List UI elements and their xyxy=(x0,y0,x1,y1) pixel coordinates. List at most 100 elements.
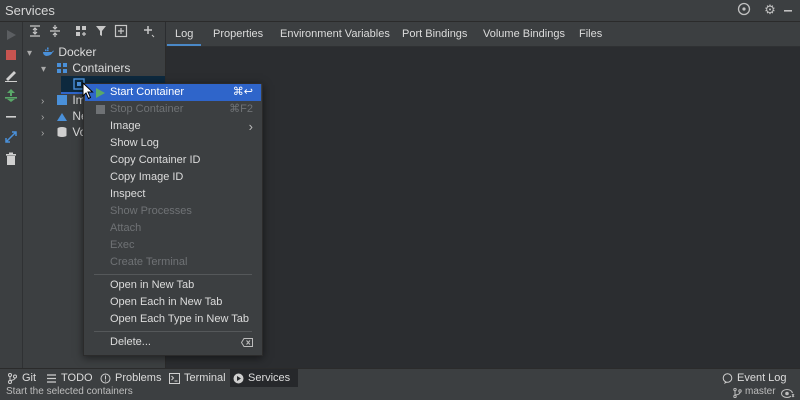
detail-tabs: Log Properties Environment Variables Por… xyxy=(166,22,800,47)
containers-icon xyxy=(57,63,68,73)
menu-item-image[interactable]: Image › xyxy=(85,118,261,135)
minimize-icon[interactable] xyxy=(780,2,796,18)
menu-item-open-each-in-new-tab[interactable]: Open Each in New Tab xyxy=(85,294,261,311)
gear-icon[interactable]: ⚙ xyxy=(762,2,778,18)
terminal-label: Terminal xyxy=(184,372,226,384)
mouse-cursor-icon xyxy=(82,82,94,100)
status-bar: Start the selected containers master xyxy=(0,386,800,400)
tab-port-bindings[interactable]: Port Bindings xyxy=(402,22,467,46)
tab-environment-variables[interactable]: Environment Variables xyxy=(280,22,390,46)
chevron-right-icon: › xyxy=(248,119,253,134)
menu-separator xyxy=(94,331,252,332)
inspection-status-icon[interactable] xyxy=(781,388,795,399)
collapse-all-icon[interactable] xyxy=(47,24,63,40)
menu-item-copy-container-id[interactable]: Copy Container ID xyxy=(85,152,261,169)
chevron-down-icon[interactable]: ▾ xyxy=(27,46,39,62)
status-message: Start the selected containers xyxy=(6,386,133,397)
event-log-label: Event Log xyxy=(737,372,787,384)
expand-all-icon[interactable] xyxy=(27,24,43,40)
services-icon xyxy=(233,373,244,384)
show-processes-label: Show Processes xyxy=(110,205,192,217)
event-log-icon xyxy=(722,373,733,384)
delete-label: Delete... xyxy=(110,336,151,348)
deploy-icon[interactable] xyxy=(3,87,19,103)
menu-item-delete[interactable]: Delete... xyxy=(85,334,261,351)
tool-window-bar: Git TODO Problems Terminal Services Even… xyxy=(0,368,800,388)
menu-item-create-terminal[interactable]: Create Terminal xyxy=(85,254,261,271)
crosshair-icon[interactable] xyxy=(736,2,752,18)
tree-node-networks[interactable]: › Ne xyxy=(41,108,88,124)
todo-label: TODO xyxy=(61,372,93,384)
images-icon xyxy=(57,95,68,105)
tree-node-containers[interactable]: ▾ Containers xyxy=(41,60,130,76)
tree-node-docker[interactable]: ▾ Docker xyxy=(27,44,96,60)
chevron-right-icon[interactable]: › xyxy=(41,126,53,142)
tab-files[interactable]: Files xyxy=(579,22,602,46)
volumes-icon xyxy=(57,127,67,137)
create-terminal-label: Create Terminal xyxy=(110,256,188,268)
tree-toolbar xyxy=(23,22,165,45)
stop-container-label: Stop Container xyxy=(110,103,184,115)
run-icon[interactable] xyxy=(3,27,19,43)
new-tab-icon[interactable] xyxy=(113,24,129,40)
menu-item-open-in-new-tab[interactable]: Open in New Tab xyxy=(85,277,261,294)
tab-properties[interactable]: Properties xyxy=(213,22,263,46)
tool-tab-services[interactable]: Services xyxy=(230,369,299,388)
git-label: Git xyxy=(22,372,37,384)
terminal-icon xyxy=(169,373,180,384)
open-in-new-tab-label: Open in New Tab xyxy=(110,279,195,291)
title-bar: Services ⚙ xyxy=(0,0,800,22)
chevron-down-icon[interactable]: ▾ xyxy=(41,62,53,78)
menu-item-copy-image-id[interactable]: Copy Image ID xyxy=(85,169,261,186)
copy-image-id-label: Copy Image ID xyxy=(110,171,184,183)
docker-label: Docker xyxy=(58,45,97,59)
start-container-shortcut: ⌘↩ xyxy=(232,86,253,98)
backspace-icon xyxy=(241,338,253,347)
containers-label: Containers xyxy=(72,61,131,75)
add-icon[interactable] xyxy=(141,24,157,40)
problems-label: Problems xyxy=(115,372,162,384)
menu-item-attach[interactable]: Attach xyxy=(85,220,261,237)
stop-container-shortcut: ⌘F2 xyxy=(229,103,253,115)
menu-separator xyxy=(94,274,252,275)
expand-icon[interactable] xyxy=(3,129,19,145)
show-log-label: Show Log xyxy=(110,137,159,149)
menu-item-start-container[interactable]: Start Container ⌘↩ xyxy=(85,84,261,101)
tool-tab-terminal[interactable]: Terminal xyxy=(166,369,226,388)
tab-log[interactable]: Log xyxy=(166,22,202,46)
edit-icon[interactable] xyxy=(3,67,19,83)
trash-icon[interactable] xyxy=(3,151,19,167)
menu-item-open-each-type-in-new-tab[interactable]: Open Each Type in New Tab xyxy=(85,311,261,328)
copy-container-id-label: Copy Container ID xyxy=(110,154,201,166)
git-branch-icon xyxy=(8,373,17,384)
filter-icon[interactable] xyxy=(93,24,109,40)
menu-item-show-processes[interactable]: Show Processes xyxy=(85,203,261,220)
stop-icon[interactable] xyxy=(3,47,19,63)
minus-icon[interactable] xyxy=(3,109,19,125)
window-title: Services xyxy=(5,3,55,18)
exec-label: Exec xyxy=(110,239,135,251)
docker-icon xyxy=(43,47,55,56)
tree-node-volumes[interactable]: › Vo xyxy=(41,124,86,140)
open-each-in-new-tab-label: Open Each in New Tab xyxy=(110,296,223,308)
inspect-label: Inspect xyxy=(110,188,146,200)
services-label: Services xyxy=(248,372,291,384)
image-label: Image xyxy=(110,120,141,132)
attach-label: Attach xyxy=(110,222,142,234)
networks-icon xyxy=(57,113,68,121)
left-toolbar xyxy=(0,22,23,368)
menu-item-inspect[interactable]: Inspect xyxy=(85,186,261,203)
problems-icon xyxy=(100,373,111,384)
tree-node-images[interactable]: › Im xyxy=(41,92,86,108)
run-icon xyxy=(96,88,105,98)
tab-volume-bindings[interactable]: Volume Bindings xyxy=(483,22,565,46)
context-menu: Start Container ⌘↩ Stop Container ⌘F2 Im… xyxy=(83,83,263,356)
menu-item-stop-container[interactable]: Stop Container ⌘F2 xyxy=(85,101,261,118)
start-container-label: Start Container xyxy=(110,86,184,98)
git-branch-icon xyxy=(733,388,742,398)
menu-item-exec[interactable]: Exec xyxy=(85,237,261,254)
menu-item-show-log[interactable]: Show Log xyxy=(85,135,261,152)
git-branch-label[interactable]: master xyxy=(745,386,776,397)
stop-icon xyxy=(96,105,105,114)
group-icon[interactable] xyxy=(73,24,89,40)
